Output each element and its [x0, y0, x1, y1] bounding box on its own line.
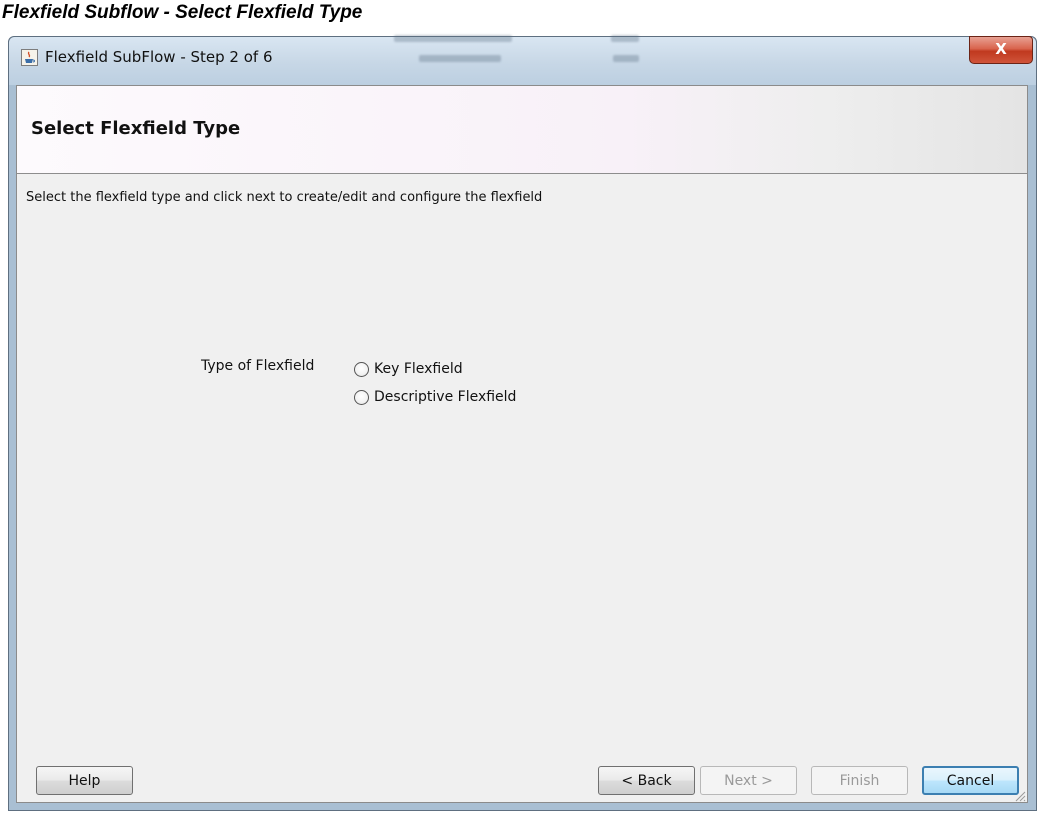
background-text-blur — [419, 55, 501, 62]
figure-caption: Flexfield Subflow - Select Flexfield Typ… — [2, 2, 363, 23]
cancel-button[interactable]: Cancel — [922, 766, 1019, 795]
background-text-blur — [613, 55, 639, 62]
title-bar[interactable]: Flexfield SubFlow - Step 2 of 6 X — [9, 35, 1036, 85]
instructions-text: Select the flexfield type and click next… — [26, 190, 543, 205]
radio-button-icon[interactable] — [354, 361, 369, 377]
window-title: Flexfield SubFlow - Step 2 of 6 — [45, 48, 273, 66]
background-text-blur — [394, 35, 512, 42]
wizard-header: Select Flexfield Type — [17, 86, 1027, 174]
page-title: Select Flexfield Type — [31, 118, 241, 139]
wizard-content: Select Flexfield Type Select the flexfie… — [16, 85, 1028, 803]
window-close-button[interactable]: X — [969, 36, 1033, 64]
wizard-window: Flexfield SubFlow - Step 2 of 6 X Select… — [8, 35, 1037, 811]
radio-label-key-flexfield[interactable]: Key Flexfield — [374, 361, 463, 377]
java-app-icon — [21, 49, 38, 66]
flexfield-type-label: Type of Flexfield — [201, 358, 315, 374]
back-button[interactable]: < Back — [598, 766, 695, 795]
radio-key-flexfield[interactable]: Key Flexfield — [354, 358, 463, 380]
next-button[interactable]: Next > — [700, 766, 797, 795]
radio-descriptive-flexfield[interactable]: Descriptive Flexfield — [354, 386, 516, 408]
radio-button-icon[interactable] — [354, 389, 369, 405]
finish-button[interactable]: Finish — [811, 766, 908, 795]
close-icon: X — [995, 40, 1007, 58]
resize-grip-icon[interactable] — [1014, 790, 1026, 802]
background-text-blur — [611, 35, 639, 42]
help-button[interactable]: Help — [36, 766, 133, 795]
radio-label-descriptive-flexfield[interactable]: Descriptive Flexfield — [374, 389, 516, 405]
